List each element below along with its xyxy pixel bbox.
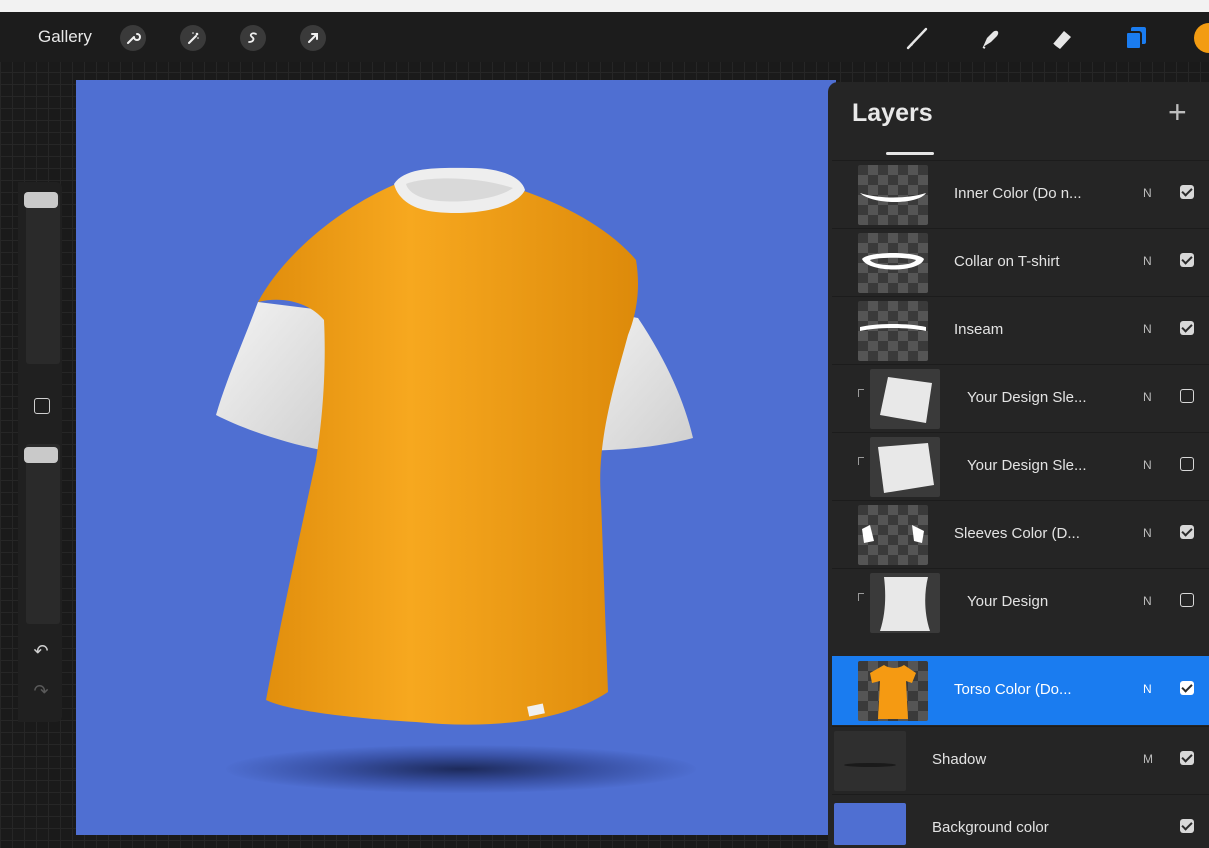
gallery-button[interactable]: Gallery — [38, 27, 92, 47]
layer-thumbnail — [870, 369, 940, 429]
blend-mode[interactable]: N — [1143, 322, 1152, 336]
procreate-app: Gallery ↶ ↷ Layers + Inner Color (Do n..… — [0, 12, 1209, 848]
layer-thumb-sliver — [886, 152, 934, 155]
left-sleeve — [216, 302, 338, 450]
layer-thumbnail — [858, 233, 928, 293]
visibility-checkbox[interactable] — [1180, 593, 1194, 607]
torso — [258, 184, 639, 725]
layer-row-design-sleeve-1[interactable]: Your Design Sle... N — [832, 364, 1209, 433]
transform-arrow-icon[interactable] — [300, 25, 326, 51]
clipping-mask-icon — [858, 389, 864, 397]
magic-wand-icon[interactable] — [180, 25, 206, 51]
blend-mode[interactable]: N — [1143, 186, 1152, 200]
layers-title: Layers — [852, 99, 933, 127]
opacity-slider[interactable] — [26, 444, 60, 624]
layer-thumbnail — [870, 573, 940, 633]
redo-icon[interactable]: ↷ — [30, 680, 52, 702]
clipping-mask-icon — [858, 593, 864, 601]
visibility-checkbox[interactable] — [1180, 819, 1194, 833]
layer-thumbnail — [858, 301, 928, 361]
layer-thumbnail — [870, 437, 940, 497]
eraser-icon[interactable] — [1046, 22, 1078, 54]
undo-icon[interactable]: ↶ — [30, 640, 52, 662]
modify-button[interactable] — [34, 398, 50, 414]
layer-name: Background color — [932, 819, 1049, 836]
blend-mode[interactable]: N — [1143, 254, 1152, 268]
layers-icon[interactable] — [1120, 22, 1152, 54]
left-sidebar: ↶ ↷ — [18, 182, 62, 722]
visibility-checkbox[interactable] — [1180, 751, 1194, 765]
layer-row-shadow[interactable]: Shadow M — [832, 726, 1209, 795]
layer-name: Sleeves Color (D... — [954, 525, 1080, 542]
layer-row-torso-color[interactable]: Torso Color (Do... N — [832, 656, 1209, 725]
visibility-checkbox[interactable] — [1180, 185, 1194, 199]
layer-name: Shadow — [932, 751, 987, 768]
brush-size-handle[interactable] — [24, 192, 58, 208]
layer-thumbnail — [858, 165, 928, 225]
layer-thumbnail — [858, 505, 928, 565]
drawing-canvas[interactable] — [76, 80, 836, 835]
blend-mode[interactable]: M — [1143, 752, 1153, 766]
blend-mode[interactable]: N — [1143, 458, 1152, 472]
add-layer-button[interactable]: + — [1168, 94, 1187, 131]
layer-row-sleeves-color[interactable]: Sleeves Color (D... N — [832, 500, 1209, 569]
blend-mode[interactable]: N — [1143, 682, 1152, 696]
visibility-checkbox[interactable] — [1180, 389, 1194, 403]
layers-panel: Layers + Inner Color (Do n... N Collar o… — [828, 82, 1209, 848]
tshirt-mockup — [216, 167, 693, 725]
clipping-mask-icon — [858, 457, 864, 465]
visibility-checkbox[interactable] — [1180, 253, 1194, 267]
layer-name: Torso Color (Do... — [954, 681, 1072, 698]
visibility-checkbox[interactable] — [1180, 457, 1194, 471]
selection-icon[interactable] — [240, 25, 266, 51]
layer-row-inseam[interactable]: Inseam N — [832, 296, 1209, 365]
brush-size-slider[interactable] — [26, 194, 60, 364]
layer-name: Your Design Sle... — [967, 389, 1087, 406]
layer-row-background-color[interactable]: Background color — [832, 794, 1209, 848]
wrench-icon[interactable] — [120, 25, 146, 51]
brush-icon[interactable] — [902, 22, 934, 54]
top-toolbar: Gallery — [0, 12, 1209, 62]
layer-row-inner-color[interactable]: Inner Color (Do n... N — [832, 160, 1209, 229]
layer-row-collar[interactable]: Collar on T-shirt N — [832, 228, 1209, 297]
layer-row-design-sleeve-2[interactable]: Your Design Sle... N — [832, 432, 1209, 501]
visibility-checkbox[interactable] — [1180, 321, 1194, 335]
smudge-icon[interactable] — [974, 22, 1006, 54]
color-picker-button[interactable] — [1194, 23, 1209, 53]
layer-thumbnail — [834, 803, 906, 845]
layer-thumbnail — [834, 731, 906, 791]
blend-mode[interactable]: N — [1143, 390, 1152, 404]
layer-name: Inner Color (Do n... — [954, 185, 1082, 202]
layer-name: Your Design — [967, 593, 1049, 610]
layer-name: Collar on T-shirt — [954, 253, 1060, 270]
layer-thumbnail — [858, 661, 928, 721]
visibility-checkbox[interactable] — [1180, 525, 1194, 539]
layer-row-your-design[interactable]: Your Design N — [832, 568, 1209, 637]
opacity-handle[interactable] — [24, 447, 58, 463]
blend-mode[interactable]: N — [1143, 594, 1152, 608]
layer-name: Inseam — [954, 321, 1004, 338]
visibility-checkbox[interactable] — [1180, 681, 1194, 695]
layer-name: Your Design Sle... — [967, 457, 1087, 474]
blend-mode[interactable]: N — [1143, 526, 1152, 540]
